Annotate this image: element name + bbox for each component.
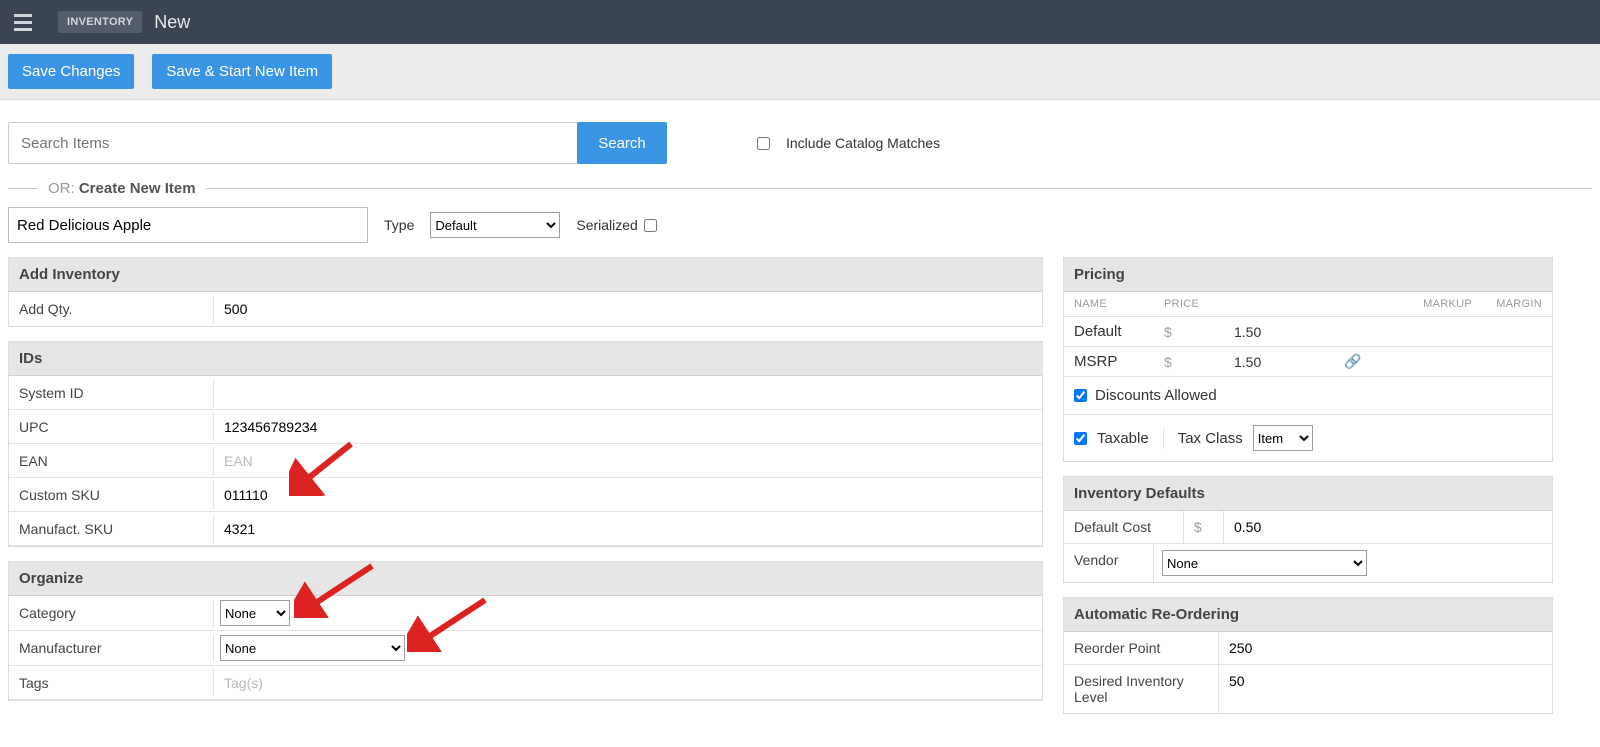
type-label: Type [384,217,414,233]
save-button[interactable]: Save Changes [8,54,134,89]
search-input[interactable] [8,122,578,164]
upc-label: UPC [9,413,214,441]
add-inventory-panel: Add Inventory Add Qty. [8,257,1043,327]
price-row: Default $ 1.50 [1064,317,1552,347]
taxable-label: Taxable [1097,430,1149,447]
item-name-input[interactable] [8,207,368,243]
reorder-point-input[interactable] [1227,636,1544,660]
include-catalog-checkbox[interactable] [757,137,770,150]
pricing-panel: Pricing NAME PRICE MARKUP MARGIN Default… [1063,257,1553,462]
currency-label: $ [1164,324,1234,340]
save-and-new-button[interactable]: Save & Start New Item [152,54,332,89]
currency-label: $ [1164,354,1234,370]
or-separator: OR: Create New Item [8,180,1592,197]
price-name: MSRP [1074,353,1164,370]
price-value[interactable]: 1.50 [1234,324,1304,340]
taxable-checkbox[interactable] [1074,432,1087,445]
include-catalog-label: Include Catalog Matches [786,135,940,151]
tax-class-select[interactable]: Item [1253,425,1313,451]
manufact-sku-input[interactable] [220,517,1036,541]
ean-input[interactable] [220,449,1036,473]
top-bar: INVENTORY New [0,0,1600,44]
ean-label: EAN [9,447,214,475]
type-select[interactable]: Default [430,212,560,238]
or-strong: Create New Item [79,180,196,197]
panel-title: Pricing [1064,258,1552,292]
category-label: Category [9,599,214,627]
price-value[interactable]: 1.50 [1234,354,1304,370]
default-cost-label: Default Cost [1064,511,1184,543]
serialized-checkbox[interactable] [644,219,657,232]
currency-label: $ [1184,511,1224,543]
pricing-columns: NAME PRICE MARKUP MARGIN [1064,292,1552,317]
action-bar: Save Changes Save & Start New Item [0,44,1600,100]
vendor-select[interactable]: None [1162,550,1367,576]
system-id-label: System ID [9,379,214,407]
custom-sku-input[interactable] [220,483,1036,507]
search-row: Search Include Catalog Matches [8,122,1592,164]
upc-input[interactable] [220,415,1036,439]
reorder-panel: Automatic Re-Ordering Reorder Point Desi… [1063,597,1553,714]
panel-title: Inventory Defaults [1064,477,1552,511]
system-id-input[interactable] [220,381,1036,405]
discounts-label: Discounts Allowed [1095,387,1217,404]
discounts-checkbox[interactable] [1074,389,1087,402]
category-select[interactable]: None [220,600,290,626]
add-qty-input[interactable] [220,297,1036,321]
menu-icon[interactable] [6,4,42,40]
vendor-label: Vendor [1064,544,1154,582]
manufacturer-select[interactable]: None [220,635,405,661]
new-item-row: Type Default Serialized [8,207,1592,243]
manufacturer-label: Manufacturer [9,634,214,662]
inventory-defaults-panel: Inventory Defaults Default Cost $ Vendor… [1063,476,1553,583]
link-icon[interactable]: 🔗 [1344,353,1361,370]
ids-panel: IDs System ID UPC EAN Custom SKU [8,341,1043,547]
search-button[interactable]: Search [577,122,667,164]
panel-title: Add Inventory [9,258,1042,292]
default-cost-input[interactable] [1232,515,1544,539]
price-row: MSRP $ 1.50 🔗 [1064,347,1552,377]
panel-title: Organize [9,562,1042,596]
serialized-label: Serialized [576,217,637,233]
desired-level-label: Desired Inventory Level [1064,665,1219,713]
breadcrumb-badge[interactable]: INVENTORY [58,11,142,33]
tags-input[interactable] [220,671,1036,695]
custom-sku-label: Custom SKU [9,481,214,509]
panel-title: Automatic Re-Ordering [1064,598,1552,632]
reorder-point-label: Reorder Point [1064,632,1219,664]
price-name: Default [1074,323,1164,340]
tax-class-label: Tax Class [1178,430,1243,447]
or-prefix: OR: [48,180,79,197]
panel-title: IDs [9,342,1042,376]
breadcrumb-page: New [154,12,190,33]
desired-level-input[interactable] [1227,669,1544,693]
add-qty-label: Add Qty. [9,295,214,323]
tags-label: Tags [9,669,214,697]
manufact-sku-label: Manufact. SKU [9,515,214,543]
organize-panel: Organize Category None Manufacturer None… [8,561,1043,701]
